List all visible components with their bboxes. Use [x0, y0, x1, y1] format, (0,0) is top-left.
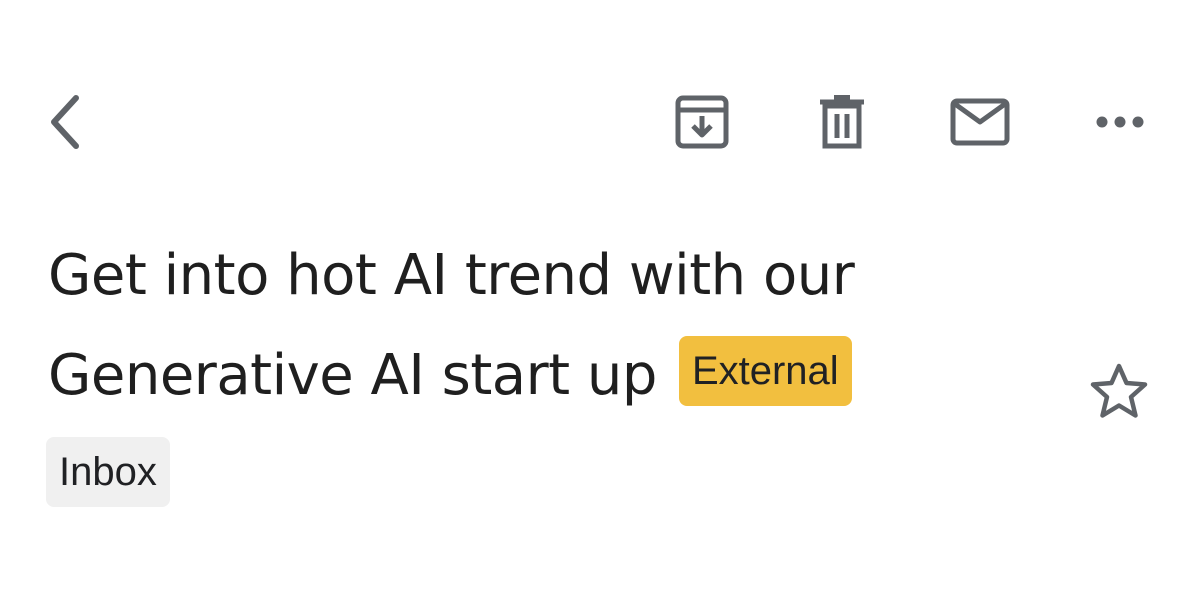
star-outline-icon — [1090, 363, 1148, 418]
archive-button[interactable] — [664, 86, 740, 158]
archive-icon — [675, 95, 729, 149]
external-badge: External — [678, 336, 852, 406]
trash-icon — [820, 95, 864, 149]
inbox-label-chip[interactable]: Inbox — [46, 437, 170, 507]
email-toolbar — [0, 0, 1200, 200]
chevron-left-icon — [51, 95, 79, 149]
subject-line-2: Generative AI start up External — [48, 326, 1058, 426]
subject-line-2-text: Generative AI start up — [48, 343, 657, 408]
mark-unread-button[interactable] — [942, 86, 1018, 158]
more-options-button[interactable] — [1082, 86, 1158, 158]
star-button[interactable] — [1086, 358, 1152, 424]
mail-icon — [950, 98, 1010, 146]
email-subject: Get into hot AI trend with our Generativ… — [48, 226, 1058, 426]
subject-line-1: Get into hot AI trend with our — [48, 243, 855, 308]
back-button[interactable] — [36, 86, 92, 158]
more-horizontal-icon — [1096, 116, 1144, 128]
delete-button[interactable] — [804, 86, 880, 158]
